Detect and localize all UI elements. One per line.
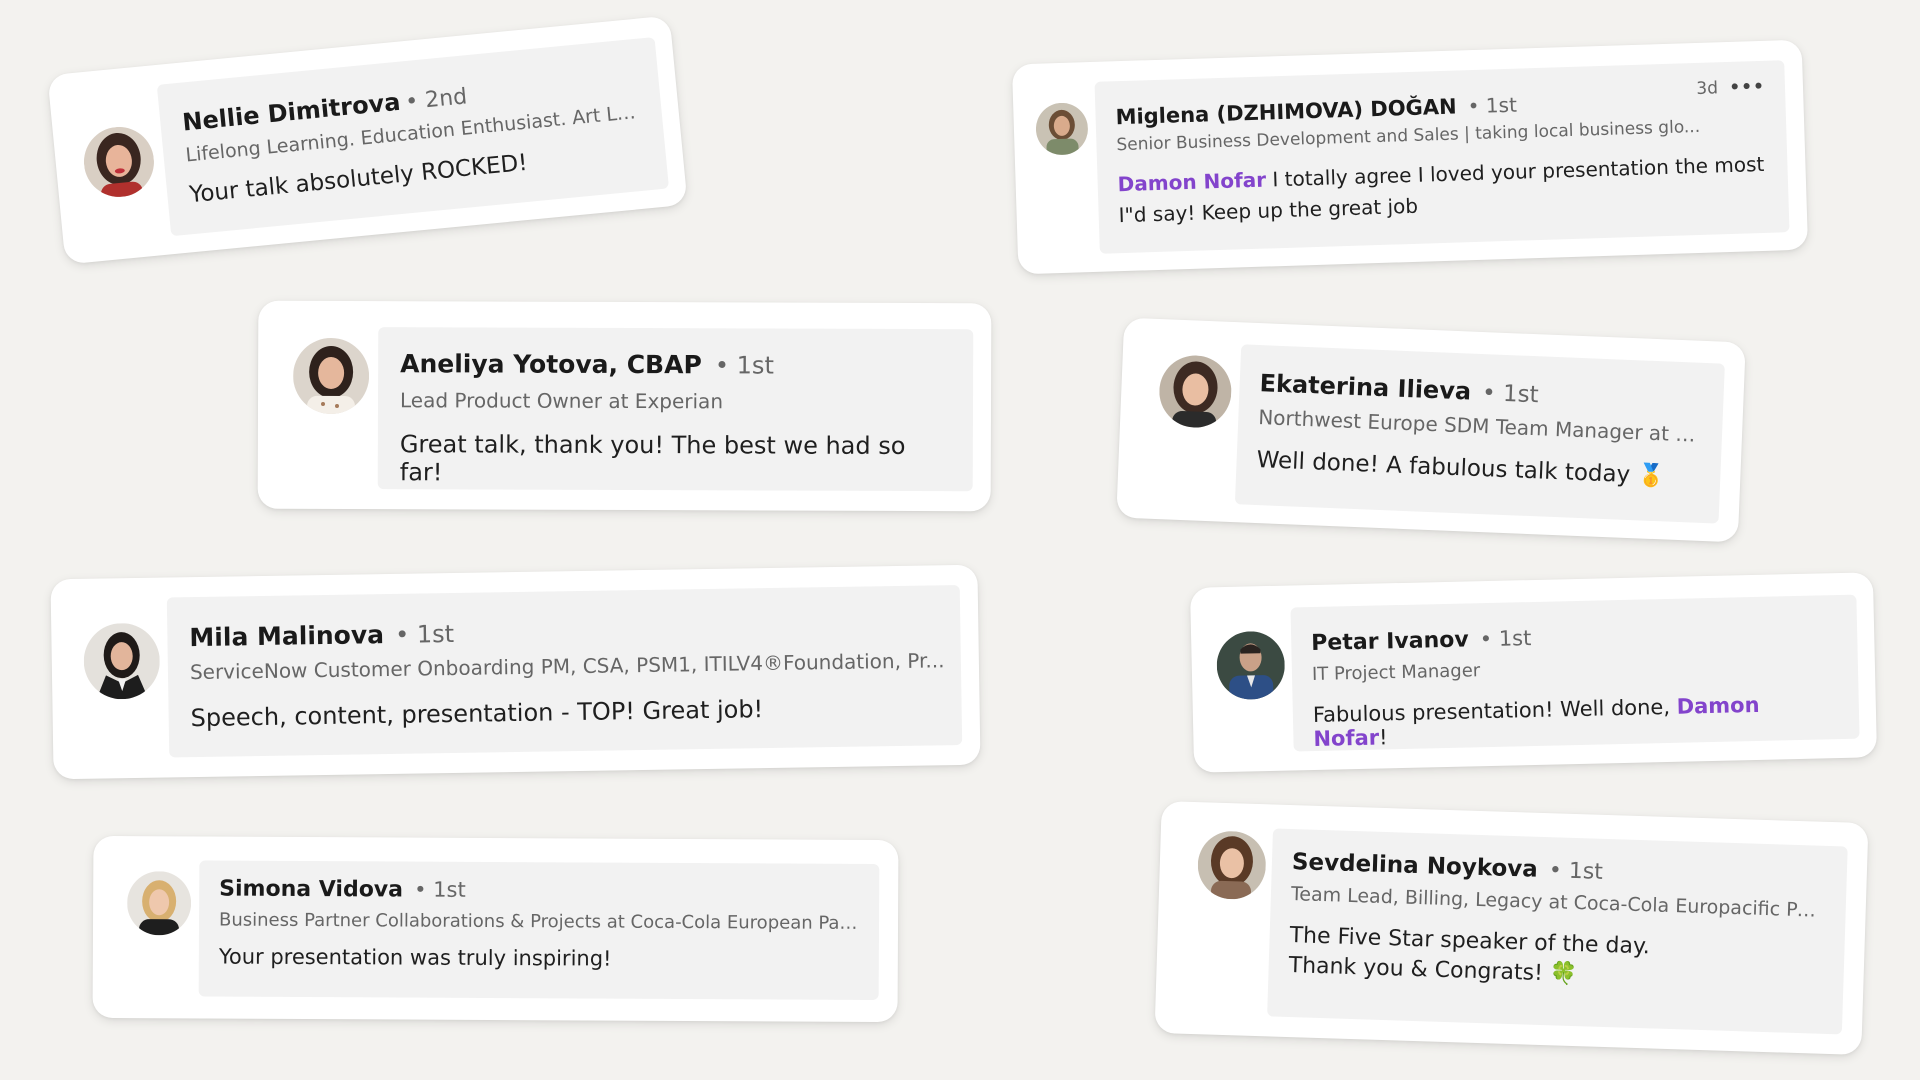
comment-bubble: Sevdelina Noykova • 1st Team Lead, Billi…	[1267, 828, 1848, 1035]
comment-body: Well done! A fabulous talk today	[1256, 447, 1631, 489]
author-line: Simona Vidova • 1st	[219, 877, 859, 905]
comment-card-sevdelina-noykova: Sevdelina Noykova • 1st Team Lead, Billi…	[1154, 800, 1869, 1056]
author-headline: Lead Product Owner at Experian	[399, 388, 724, 414]
timestamp: 3d	[1696, 78, 1719, 99]
avatar[interactable]	[80, 123, 158, 201]
comment-bubble: Simona Vidova • 1st Business Partner Col…	[198, 860, 880, 1001]
connection-degree: • 1st	[1479, 626, 1532, 652]
comment-card-miglena-dogan: Miglena (DZHIMOVA) DOĞAN • 1st Senior Bu…	[1011, 39, 1809, 275]
comment-bubble: Mila Malinova • 1st ServiceNow Customer …	[166, 585, 963, 758]
author-headline: IT Project Manager	[1311, 660, 1481, 686]
avatar[interactable]	[1216, 630, 1286, 701]
author-line: Petar Ivanov • 1st	[1311, 619, 1837, 656]
connection-degree: • 2nd	[404, 84, 469, 116]
avatar[interactable]	[126, 871, 192, 936]
comment-body: Fabulous presentation! Well done,	[1312, 694, 1677, 728]
avatar[interactable]	[1196, 830, 1267, 901]
connection-degree: • 1st	[1548, 858, 1604, 885]
comment-text: Well done! A fabulous talk today 🥇	[1256, 447, 1701, 491]
comment-bubble: Ekaterina Ilieva • 1st Northwest Europe …	[1234, 344, 1725, 524]
connection-degree: • 1st	[1467, 92, 1518, 119]
mention-link[interactable]: Damon Nofar	[1117, 168, 1266, 197]
comment-card-simona-vidova: Simona Vidova • 1st Business Partner Col…	[92, 835, 899, 1023]
comment-bubble: Miglena (DZHIMOVA) DOĞAN • 1st Senior Bu…	[1094, 60, 1790, 254]
comment-text: Fabulous presentation! Well done, Damon …	[1313, 691, 1840, 751]
comment-text: Your presentation was truly inspiring!	[218, 944, 612, 971]
avatar[interactable]	[1035, 102, 1089, 156]
author-name[interactable]: Petar Ivanov	[1311, 627, 1469, 656]
connection-degree: • 1st	[1481, 380, 1540, 409]
avatar[interactable]	[1157, 354, 1233, 429]
comment-text: Speech, content, presentation - TOP! Gre…	[190, 695, 764, 733]
comment-bubble: Petar Ivanov • 1st IT Project Manager Fa…	[1290, 594, 1860, 752]
comment-card-ekaterina-ilieva: Ekaterina Ilieva • 1st Northwest Europe …	[1116, 317, 1746, 543]
author-name[interactable]: Aneliya Yotova, CBAP	[400, 349, 702, 379]
author-line: Aneliya Yotova, CBAP • 1st	[400, 349, 951, 380]
comment-card-aneliya-yotova: Aneliya Yotova, CBAP • 1st Lead Product …	[257, 300, 992, 512]
comment-text: Great talk, thank you! The best we had s…	[399, 430, 906, 487]
author-name[interactable]: Simona Vidova	[219, 877, 403, 903]
comment-card-mila-malinova: Mila Malinova • 1st ServiceNow Customer …	[50, 564, 981, 780]
comment-bubble: Aneliya Yotova, CBAP • 1st Lead Product …	[377, 327, 974, 492]
comment-card-nellie-dimitrova: Nellie Dimitrova • 2nd Lifelong Learning…	[47, 15, 688, 265]
author-name[interactable]: Miglena (DZHIMOVA) DOĞAN	[1115, 95, 1457, 130]
comment-text: The Five Star speaker of the day. Thank …	[1288, 921, 1825, 998]
more-options-icon[interactable]: •••	[1729, 77, 1765, 98]
connection-degree: • 1st	[714, 351, 774, 380]
avatar[interactable]	[292, 337, 370, 415]
clover-emoji-icon: 🍀	[1549, 961, 1578, 988]
avatar[interactable]	[83, 622, 161, 700]
connection-degree: • 1st	[394, 619, 455, 649]
medal-emoji-icon: 🥇	[1636, 463, 1666, 490]
author-name[interactable]: Mila Malinova	[189, 620, 384, 652]
comment-meta: 3d •••	[1696, 77, 1765, 99]
author-headline: Business Partner Collaborations & Projec…	[218, 909, 860, 934]
author-name[interactable]: Ekaterina Ilieva	[1259, 369, 1471, 405]
author-line: Mila Malinova • 1st	[189, 611, 938, 652]
comment-bubble: Nellie Dimitrova • 2nd Lifelong Learning…	[156, 37, 670, 237]
author-name[interactable]: Sevdelina Noykova	[1292, 849, 1539, 883]
author-headline: ServiceNow Customer Onboarding PM, CSA, …	[189, 648, 945, 685]
comment-body-end: !	[1378, 725, 1388, 750]
connection-degree: • 1st	[414, 877, 466, 902]
comment-text: Damon Nofar I totally agree I loved your…	[1117, 149, 1769, 231]
comment-card-petar-ivanov: Petar Ivanov • 1st IT Project Manager Fa…	[1189, 572, 1878, 773]
